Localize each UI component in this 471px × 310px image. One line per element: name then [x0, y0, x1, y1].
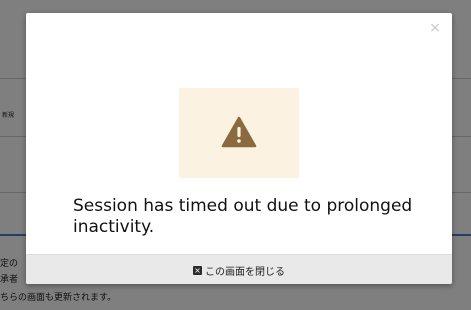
close-square-icon: ×: [193, 265, 202, 275]
close-screen-button[interactable]: × この画面を閉じる: [26, 254, 452, 284]
session-timeout-dialog: × Session has timed out due to prolonged…: [26, 13, 452, 284]
timeout-message: Session has timed out due to prolonged i…: [73, 196, 413, 237]
warning-triangle-icon: [221, 116, 257, 148]
close-icon[interactable]: ×: [428, 21, 442, 35]
close-screen-label: この画面を閉じる: [205, 266, 285, 278]
warning-icon-container: [179, 88, 299, 178]
